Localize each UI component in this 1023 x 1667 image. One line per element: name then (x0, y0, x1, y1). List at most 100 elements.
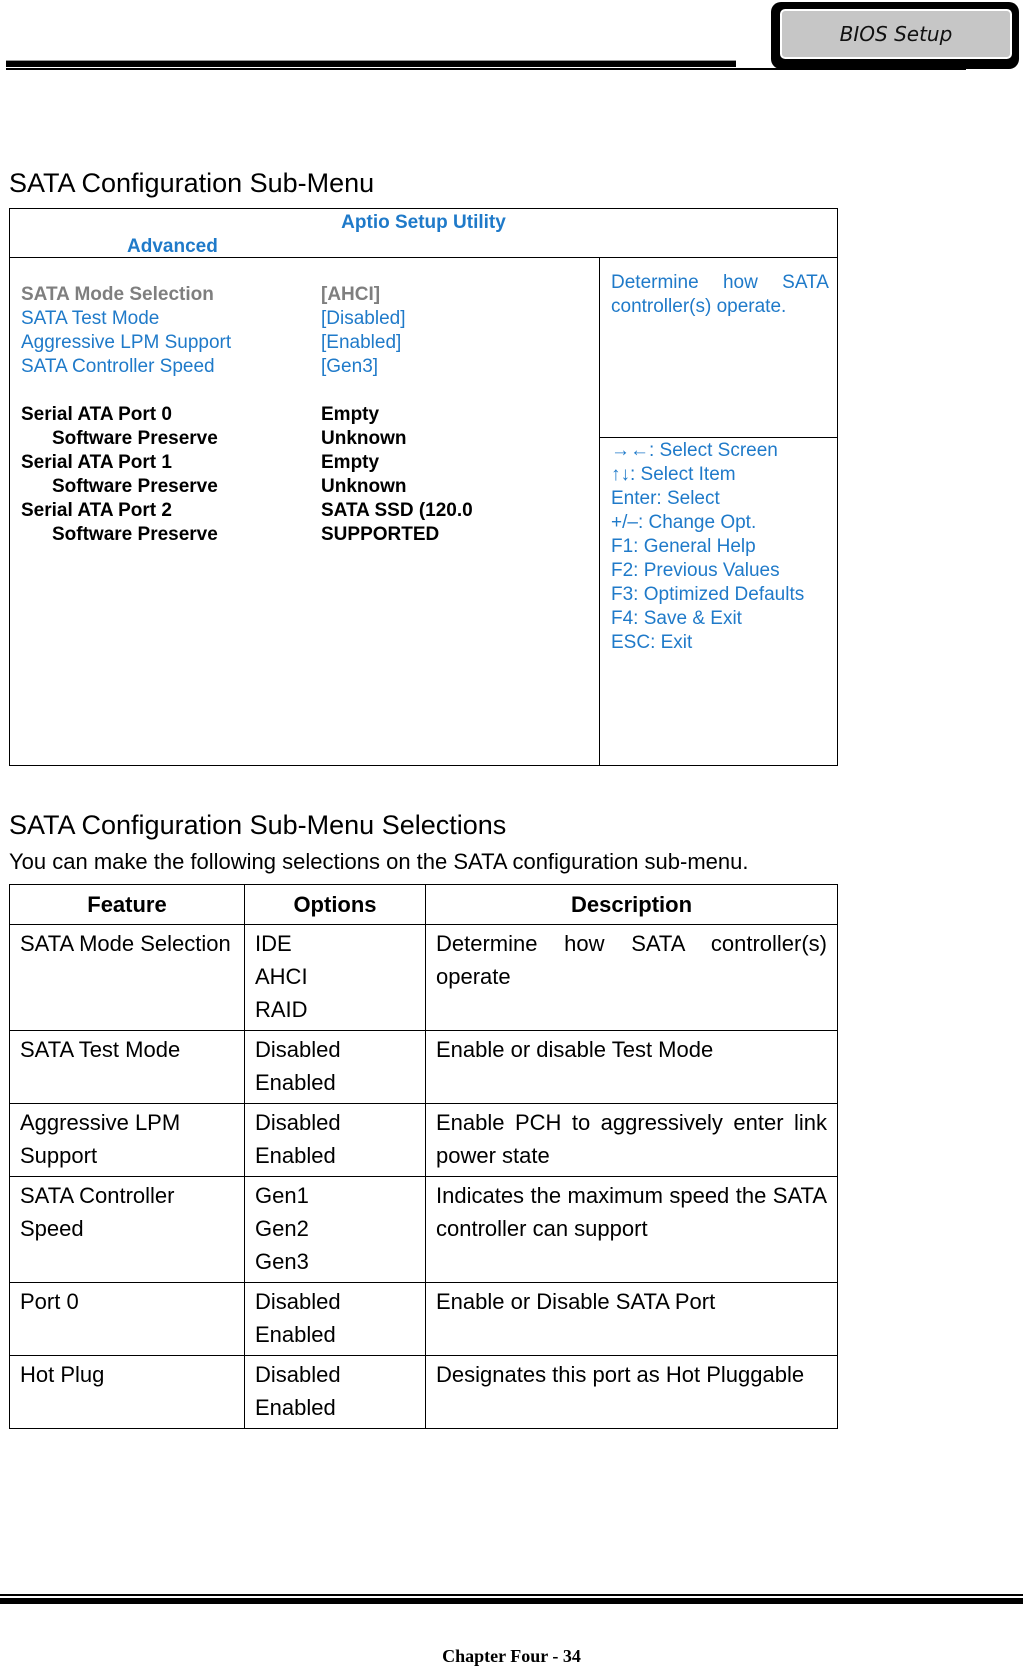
bios-settings-list: SATA Mode Selection [AHCI] SATA Test Mod… (21, 283, 581, 547)
bios-port-row: Software Preserve Unknown (21, 475, 581, 499)
feature-cell: SATA Controller Speed (9, 1176, 245, 1283)
port-label: Software Preserve (52, 428, 218, 449)
feature-cell: Port 0 (9, 1282, 245, 1356)
bios-help-divider (599, 437, 837, 438)
header-tab-label: BIOS Setup (839, 22, 953, 46)
table-row: SATA Controller Speed Gen1 Gen2 Gen3 Indicat… (9, 1176, 838, 1283)
bios-port-row: Serial ATA Port 0 Empty (21, 403, 581, 427)
page-number: Chapter Four - 34 (442, 1646, 581, 1666)
port-label: Serial ATA Port 2 (21, 500, 172, 521)
footer-rule-thin (0, 1594, 1023, 1596)
bios-key-legend: →←: Select Screen ↑↓: Select Item Enter:… (611, 439, 836, 655)
bios-screen: Aptio Setup Utility Advanced SATA Mode S… (9, 208, 838, 766)
option-value: RAID (255, 997, 308, 1022)
key-hint-f1: F1: General Help (611, 536, 756, 557)
option-value: Disabled (255, 1362, 341, 1387)
bios-title: Aptio Setup Utility (341, 212, 506, 233)
setting-label: SATA Controller Speed (21, 356, 215, 377)
description-cell: Enable or disable Test Mode (425, 1030, 838, 1104)
bios-port-row: Serial ATA Port 2 SATA SSD (120.0 (21, 499, 581, 523)
bios-setting-sata-mode: SATA Mode Selection [AHCI] (21, 283, 581, 307)
option-value: Disabled (255, 1110, 341, 1135)
key-hint-esc: ESC: Exit (611, 632, 693, 653)
setting-label: SATA Mode Selection (21, 284, 214, 305)
bios-help-text: Determine how SATA controller(s) operate… (611, 272, 829, 317)
key-hint-enter: Enter: Select (611, 488, 720, 509)
footer-rule-thick (0, 1598, 1023, 1604)
header-rule-thick (6, 60, 736, 67)
feature-cell: Hot Plug (9, 1355, 245, 1429)
bios-port-row: Software Preserve SUPPORTED (21, 523, 581, 547)
table-header-row: Feature Options Description (9, 884, 838, 925)
port-label: Serial ATA Port 0 (21, 404, 172, 425)
options-cell: Gen1 Gen2 Gen3 (244, 1176, 426, 1283)
option-value: Gen2 (255, 1216, 309, 1241)
bios-setting-aggressive-lpm[interactable]: Aggressive LPM Support [Enabled] (21, 331, 581, 355)
key-hint-select-screen: →←: Select Screen (611, 440, 778, 461)
option-value: Gen3 (255, 1249, 309, 1274)
table-row: Hot Plug Disabled Enabled Designates this p… (9, 1355, 838, 1429)
section-title: SATA Configuration Sub-Menu (9, 168, 375, 198)
bios-port-row: Serial ATA Port 1 Empty (21, 451, 581, 475)
table-row: SATA Mode Selection IDE AHCI RAID Determine … (9, 924, 838, 1031)
setting-value[interactable]: [Gen3] (321, 355, 378, 379)
options-cell: Disabled Enabled (244, 1355, 426, 1429)
key-hint-change-opt: +/–: Change Opt. (611, 512, 757, 533)
header-tab: BIOS Setup (778, 7, 1014, 61)
setting-value[interactable]: [Enabled] (321, 331, 401, 355)
option-value: Gen1 (255, 1183, 309, 1208)
port-value: Unknown (321, 476, 407, 497)
description-cell: Designates this port as Hot Pluggable (425, 1355, 838, 1429)
selections-intro: You can make the following selections on… (9, 849, 749, 874)
key-hint-f2: F2: Previous Values (611, 560, 780, 581)
key-hint-f3: F3: Optimized Defaults (611, 584, 805, 605)
option-value: Enabled (255, 1143, 336, 1168)
key-hint-select-item: ↑↓: Select Item (611, 464, 736, 485)
port-label: Serial ATA Port 1 (21, 452, 172, 473)
options-cell: Disabled Enabled (244, 1030, 426, 1104)
port-label: Software Preserve (52, 524, 218, 545)
options-cell: IDE AHCI RAID (244, 924, 426, 1031)
port-value: SATA SSD (120.0 (321, 500, 473, 521)
selections-table: Feature Options Description SATA Mode Se… (9, 884, 838, 1429)
header-feature: Feature (9, 884, 245, 925)
feature-cell: SATA Test Mode (9, 1030, 245, 1104)
bios-setting-sata-test-mode[interactable]: SATA Test Mode [Disabled] (21, 307, 581, 331)
header-options: Options (244, 884, 426, 925)
option-value: IDE (255, 931, 292, 956)
port-label: Software Preserve (52, 476, 218, 497)
table-row: Aggressive LPM Support Disabled Enabled Ena… (9, 1103, 838, 1177)
description-cell: Enable or Disable SATA Port (425, 1282, 838, 1356)
bios-column-divider (599, 257, 600, 765)
option-value: Enabled (255, 1395, 336, 1420)
setting-label: SATA Test Mode (21, 308, 160, 329)
setting-label: Aggressive LPM Support (21, 332, 232, 353)
option-value: AHCI (255, 964, 308, 989)
table-row: SATA Test Mode Disabled Enabled Enable or d… (9, 1030, 838, 1104)
description-cell: Determine how SATA controller(s) operate (425, 924, 838, 1031)
option-value: Enabled (255, 1070, 336, 1095)
option-value: Disabled (255, 1037, 341, 1062)
bios-setting-controller-speed[interactable]: SATA Controller Speed [Gen3] (21, 355, 581, 379)
bios-port-row: Software Preserve Unknown (21, 427, 581, 451)
description-cell: Indicates the maximum speed the SATA con… (425, 1176, 838, 1283)
port-value: Unknown (321, 428, 407, 449)
port-value: Empty (321, 452, 380, 473)
option-value: Disabled (255, 1289, 341, 1314)
feature-cell: Aggressive LPM Support (9, 1103, 245, 1177)
description-cell: Enable PCH to aggressively enter link po… (425, 1103, 838, 1177)
options-cell: Disabled Enabled (244, 1282, 426, 1356)
option-value: Enabled (255, 1322, 336, 1347)
bios-divider (10, 257, 837, 258)
feature-cell: SATA Mode Selection (9, 924, 245, 1031)
setting-value[interactable]: [Disabled] (321, 307, 406, 331)
header-description: Description (425, 884, 838, 925)
port-value: Empty (321, 404, 380, 425)
table-row: Port 0 Disabled Enabled Enable or Disable S… (9, 1282, 838, 1356)
key-hint-f4: F4: Save & Exit (611, 608, 742, 629)
setting-value: [AHCI] (321, 284, 381, 305)
options-cell: Disabled Enabled (244, 1103, 426, 1177)
bios-tab-advanced[interactable]: Advanced (127, 236, 218, 258)
selections-title: SATA Configuration Sub-Menu Selections (9, 810, 507, 840)
port-value: SUPPORTED (321, 524, 440, 545)
